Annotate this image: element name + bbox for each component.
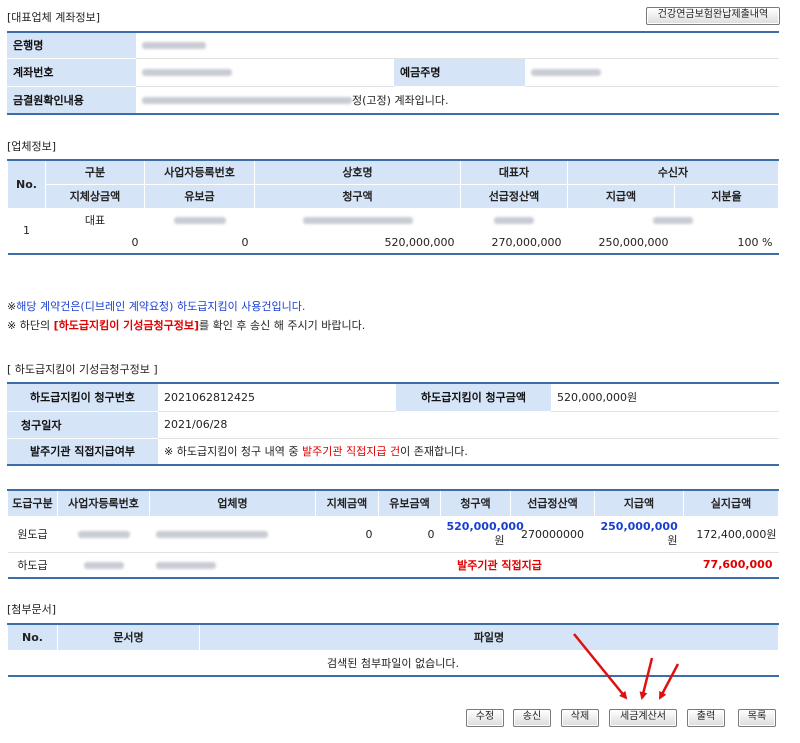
pay-row2-actual: 77,600,000 [702, 558, 773, 572]
subcontract-claim-amount-value: 520,000,000원 [551, 383, 779, 412]
confirm-text: 정(고정) 계좌입니다. [352, 93, 449, 107]
pay-row1-bizno [58, 516, 150, 552]
company-header-reserve: 유보금 [144, 183, 255, 209]
pay-row1-claim-amount: 520,000,000 [446, 520, 524, 533]
company-header-name: 상호명 [254, 159, 461, 185]
confirm-label: 금결원확인내용 [7, 86, 136, 115]
direct-prefix: ※ 하도급지킴이 청구 내역 중 [164, 445, 303, 459]
pay-row2-type: 하도급 [17, 558, 48, 572]
payments-table: 도급구분 사업자등록번호 업체명 지체금액 유보금액 청구액 선급정산액 지급액… [7, 489, 779, 579]
company-header-type: 구분 [45, 159, 145, 185]
subcontract-direct-value: ※ 하도급지킴이 청구 내역 중 발주기관 직접지급 건이 존재합니다. [158, 438, 779, 466]
notice-line-2-prefix: ※ 하단의 [7, 319, 54, 332]
pay-row1-company [150, 516, 316, 552]
company-row-pay: 250,000,000 [598, 236, 669, 249]
pay-row1-actual: 172,400,000원 [696, 528, 777, 541]
company-row-name [255, 208, 461, 232]
company-header-no: No. [7, 159, 46, 209]
pay-row2-company [150, 552, 316, 578]
company-header-pay: 지급액 [567, 183, 675, 209]
pay-row1-pay-amount: 250,000,000 [600, 520, 678, 533]
attach-header-no: No. [7, 623, 58, 651]
pay-header-claim: 청구액 [440, 489, 511, 517]
direct-suffix: 이 존재합니다. [400, 445, 468, 459]
pension-history-button[interactable]: 건강연금보험완납제출내역 [646, 7, 780, 25]
company-row-ceo [461, 208, 568, 232]
subcontract-claim-no-label: 하도급지킴이 청구번호 [7, 383, 158, 412]
account-section-title: [대표업체 계좌정보] [7, 11, 101, 24]
pay-header-bizno: 사업자등록번호 [57, 489, 150, 517]
send-button[interactable]: 송신 [513, 709, 551, 727]
subcontract-claim-date-value: 2021/06/28 [158, 411, 779, 439]
pay-row1-pay: 250,000,000 원 [595, 516, 684, 552]
subcontract-claim-amount-label: 하도급지킴이 청구금액 [396, 383, 551, 412]
account-number-value [136, 58, 394, 87]
red-arrows-icon [573, 633, 680, 700]
company-row-type: 대표 [84, 214, 106, 228]
company-header-claim: 청구액 [254, 183, 461, 209]
notice-line-2-suffix: 를 확인 후 송신 해 주시기 바랍니다. [199, 319, 366, 332]
subcontract-claim-no-value: 2021062812425 [158, 383, 396, 412]
pay-header-reserve: 유보금액 [378, 489, 441, 517]
company-row-recipient [568, 208, 779, 232]
company-row-delay: 0 [131, 236, 139, 249]
notice-line-1-prefix: ※ [7, 300, 17, 313]
company-row-no: 1 [23, 224, 30, 238]
holder-value [525, 58, 779, 87]
confirm-value: 정(고정) 계좌입니다. [136, 86, 779, 115]
company-table: No. 구분 사업자등록번호 상호명 대표자 수신자 지체상금액 유보금 청구액… [7, 159, 779, 255]
pay-header-actual: 실지급액 [683, 489, 779, 517]
notice-line-1: ※해당 계약건은(디브레인 계약요청) 하도급지킴이 사용건입니다. [7, 298, 305, 314]
subcontract-claim-date-label: 청구일자 [7, 411, 158, 439]
pay-header-type: 도급구분 [7, 489, 58, 517]
list-button[interactable]: 목록 [738, 709, 776, 727]
pay-row1-reserve: 0 [427, 527, 435, 541]
attach-header-filename: 파일명 [199, 623, 779, 651]
pay-row1-delay: 0 [365, 527, 373, 541]
delete-button[interactable]: 삭제 [561, 709, 599, 727]
pay-row1-claim: 520,000,000 원 [441, 516, 524, 552]
subcontract-direct-label: 발주기관 직접지급여부 [7, 438, 158, 466]
print-button[interactable]: 출력 [687, 709, 725, 727]
company-header-recipient: 수신자 [567, 159, 779, 185]
company-row-advance: 270,000,000 [491, 236, 562, 249]
company-header-ceo: 대표자 [460, 159, 568, 185]
pay-row1-claim-unit: 원 [494, 534, 505, 547]
account-number-label: 계좌번호 [7, 58, 136, 87]
pay-row2-direct: 발주기관 직접지급 [457, 558, 542, 572]
pay-row2-bizno [58, 552, 150, 578]
notice-line-2: ※ 하단의 [하도급지킴이 기성금청구정보]를 확인 후 송신 해 주시기 바랍… [7, 317, 365, 333]
account-info-table: 은행명 계좌번호 예금주명 금결원확인내용 정(고정) 계좌입니다. [7, 31, 779, 115]
company-row-share: 100 % [737, 236, 773, 249]
company-row-claim: 520,000,000 [384, 236, 455, 249]
company-header-share: 지분율 [674, 183, 779, 209]
bank-label: 은행명 [7, 32, 136, 59]
company-row-reserve: 0 [241, 236, 249, 249]
pay-row1-type: 원도급 [17, 528, 48, 541]
attach-header-docname: 문서명 [57, 623, 200, 651]
notice-line-2-highlight: [하도급지킴이 기성금청구정보] [53, 319, 200, 332]
company-header-bizno: 사업자등록번호 [144, 159, 255, 185]
company-header-advance: 선급정산액 [460, 183, 568, 209]
subcontract-section-title: [ 하도급지킴이 기성금청구정보 ] [7, 363, 158, 376]
attachments-section-title: [첨부문서] [7, 603, 57, 616]
edit-button[interactable]: 수정 [466, 709, 504, 727]
pay-header-company: 업체명 [149, 489, 316, 517]
direct-highlight: 발주기관 직접지급 건 [302, 445, 401, 459]
pay-header-delay: 지체금액 [315, 489, 379, 517]
company-section-title: [업체정보] [7, 140, 57, 153]
holder-label: 예금주명 [394, 58, 525, 87]
notice-line-1-text: 해당 계약건은(디브레인 계약요청) 하도급지킴이 사용건입니다. [16, 300, 306, 313]
tax-invoice-button[interactable]: 세금계산서 [609, 709, 677, 727]
company-header-delay: 지체상금액 [45, 183, 145, 209]
subcontract-table: 하도급지킴이 청구번호 2021062812425 하도급지킴이 청구금액 52… [7, 382, 779, 466]
pay-header-pay: 지급액 [594, 489, 684, 517]
pay-row1-pay-unit: 원 [667, 534, 678, 547]
pay-header-advance: 선급정산액 [510, 489, 595, 517]
bank-value [136, 32, 779, 59]
company-row-bizno [145, 208, 255, 232]
